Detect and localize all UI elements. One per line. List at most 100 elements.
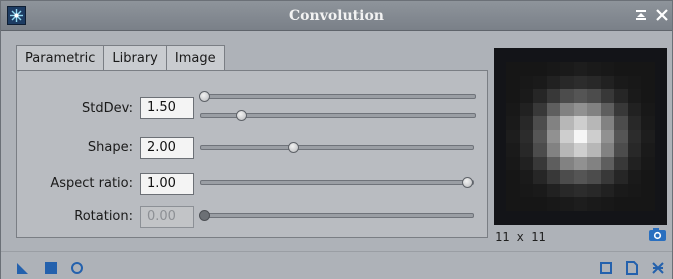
kernel-cell [546, 116, 561, 131]
kernel-cell [627, 129, 642, 144]
kernel-cell [519, 156, 534, 171]
stddev-coarse-knob[interactable] [199, 91, 210, 102]
kernel-cell [587, 183, 602, 198]
tab-library[interactable]: Library [103, 45, 167, 71]
kernel-cell [600, 89, 615, 104]
kernel-cell [600, 143, 615, 158]
stddev-fine-slider[interactable] [200, 110, 476, 121]
kernel-cell [600, 156, 615, 171]
kernel-cell [641, 89, 656, 104]
kernel-cell [641, 143, 656, 158]
stddev-fine-knob[interactable] [236, 110, 247, 121]
kernel-cell [600, 116, 615, 131]
kernel-cell [560, 143, 575, 158]
kernel-cell [573, 89, 588, 104]
kernel-cell [546, 129, 561, 144]
kernel-cell [506, 102, 521, 117]
stddev-label: StdDev: [82, 101, 133, 116]
kernel-cell [587, 102, 602, 117]
kernel-cell [533, 156, 548, 171]
close-icon[interactable] [654, 7, 670, 23]
kernel-cell [506, 197, 521, 212]
kernel-cell [533, 183, 548, 198]
aspect-ratio-field[interactable]: 1.00 [140, 173, 194, 195]
reset-icon[interactable] [651, 261, 665, 275]
kernel-cell [627, 75, 642, 90]
kernel-cell [546, 75, 561, 90]
camera-icon[interactable] [648, 227, 667, 242]
rotation-slider [199, 210, 474, 221]
kernel-cell [641, 197, 656, 212]
kernel-cell [519, 183, 534, 198]
kernel-size-label: 11 x 11 [495, 230, 546, 244]
kernel-cell [627, 62, 642, 77]
tab-parametric[interactable]: Parametric [16, 45, 105, 72]
kernel-cell [587, 197, 602, 212]
kernel-cell [546, 197, 561, 212]
kernel-cell [533, 129, 548, 144]
title-bar[interactable]: Convolution [1, 1, 672, 31]
kernel-cell [519, 116, 534, 131]
kernel-cell [560, 170, 575, 185]
kernel-cell [614, 197, 629, 212]
kernel-cell [506, 116, 521, 131]
kernel-cell [587, 170, 602, 185]
kernel-cell [560, 156, 575, 171]
stddev-coarse-slider[interactable] [199, 91, 476, 102]
kernel-cell [600, 183, 615, 198]
kernel-cell [573, 183, 588, 198]
kernel-cell [519, 197, 534, 212]
kernel-cell [519, 89, 534, 104]
kernel-cell [587, 143, 602, 158]
kernel-cell [614, 102, 629, 117]
kernel-cell [600, 170, 615, 185]
aspect-ratio-slider[interactable] [200, 177, 474, 188]
kernel-cell [519, 170, 534, 185]
kernel-cell [627, 170, 642, 185]
document-icon[interactable] [625, 261, 639, 275]
kernel-cell [560, 75, 575, 90]
kernel-cell [641, 156, 656, 171]
stddev-field[interactable]: 1.50 [140, 97, 194, 119]
kernel-cell [560, 116, 575, 131]
apply-icon[interactable] [44, 261, 58, 275]
kernel-cell [627, 197, 642, 212]
shape-field[interactable]: 2.00 [140, 137, 194, 159]
kernel-cell [560, 183, 575, 198]
shape-knob[interactable] [288, 142, 299, 153]
kernel-cell [641, 183, 656, 198]
kernel-cell [627, 183, 642, 198]
kernel-cell [573, 102, 588, 117]
kernel-cell [573, 156, 588, 171]
kernel-cell [587, 75, 602, 90]
kernel-cell [573, 116, 588, 131]
kernel-cell [587, 116, 602, 131]
shape-slider[interactable] [200, 142, 474, 153]
kernel-preview [494, 48, 667, 225]
apply-global-icon[interactable] [70, 261, 84, 275]
preview-icon[interactable] [599, 261, 613, 275]
kernel-cell [533, 62, 548, 77]
kernel-cell [587, 89, 602, 104]
kernel-cell [560, 129, 575, 144]
kernel-cell [546, 89, 561, 104]
kernel-cell [573, 197, 588, 212]
aspect-ratio-knob[interactable] [462, 177, 473, 188]
tab-image[interactable]: Image [165, 45, 225, 71]
kernel-cell [627, 156, 642, 171]
shade-icon[interactable] [633, 7, 649, 23]
kernel-cell [587, 156, 602, 171]
kernel-cell [600, 75, 615, 90]
kernel-cell [627, 102, 642, 117]
rotation-knob [199, 210, 210, 221]
kernel-cell [519, 102, 534, 117]
kernel-cell [600, 129, 615, 144]
kernel-cell [533, 75, 548, 90]
convolution-window: Convolution Parametric Library Image Std… [0, 0, 673, 279]
kernel-cell [641, 129, 656, 144]
kernel-cell [519, 75, 534, 90]
kernel-cell [573, 129, 588, 144]
new-instance-icon[interactable] [16, 261, 30, 275]
kernel-cell [533, 102, 548, 117]
kernel-cell [533, 197, 548, 212]
